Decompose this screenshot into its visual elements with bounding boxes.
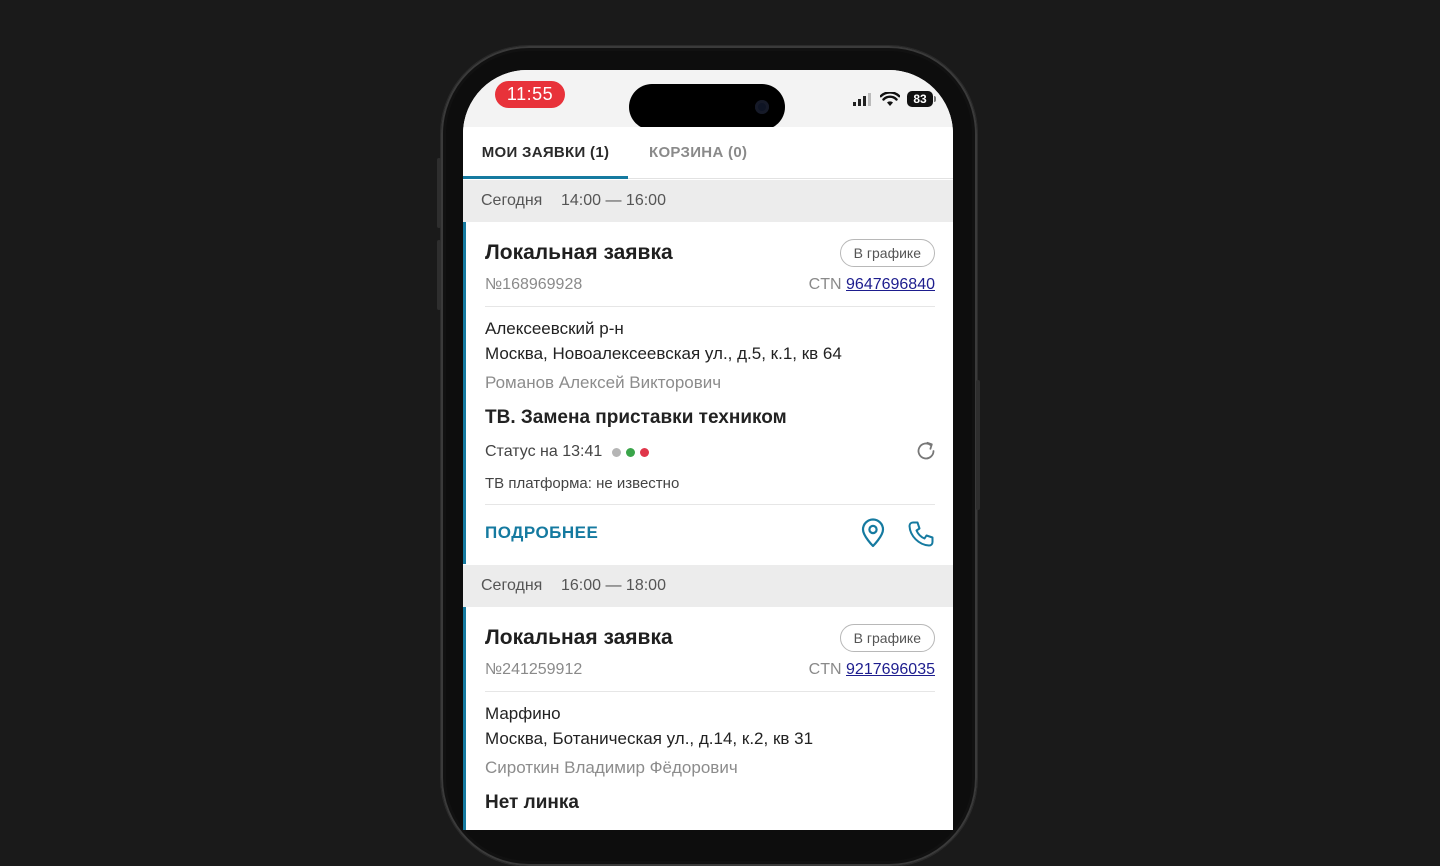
refresh-icon[interactable] (914, 439, 938, 463)
ctn-label: CTN (808, 661, 842, 678)
ctn: CTN 9647696840 (809, 276, 935, 294)
volume-down-button (437, 240, 441, 310)
request-number: №241259912 (485, 661, 583, 678)
volume-up-button (437, 158, 441, 228)
status-dot (626, 447, 636, 457)
ctn-phone-link[interactable]: 9217696035 (846, 661, 935, 678)
request-number: №168969928 (485, 276, 583, 293)
camera-icon (755, 100, 769, 114)
phone-screen: 11:55 83 МОИ ЗАЯВКИ (1) КОРЗИНА (0) Сего… (463, 70, 953, 830)
wifi-icon (880, 91, 900, 106)
address: Москва, Новоалексеевская ул., д.5, к.1, … (485, 344, 842, 363)
section-time-range: 14:00 — 16:00 (561, 192, 666, 209)
status-dot (640, 447, 650, 457)
address: Москва, Ботаническая ул., д.14, к.2, кв … (485, 729, 814, 748)
divider (485, 691, 935, 692)
dynamic-island (629, 84, 785, 130)
status-badge: В графике (839, 239, 935, 267)
divider (485, 306, 935, 307)
battery-indicator: 83 (907, 91, 936, 107)
ctn-label: CTN (808, 276, 842, 293)
status-dots (612, 447, 650, 457)
status-bar: 11:55 83 (463, 70, 953, 130)
section-header: Сегодня 14:00 — 16:00 (463, 180, 953, 222)
section-day: Сегодня (481, 192, 543, 209)
district: Алексеевский р-н (485, 319, 624, 338)
power-button (976, 380, 980, 510)
status-icons: 83 (853, 90, 936, 108)
service-name: ТВ. Замена приставки техником (485, 407, 787, 428)
ctn-phone-link[interactable]: 9647696840 (846, 276, 935, 293)
divider (485, 504, 935, 505)
request-title: Локальная заявка (485, 626, 673, 649)
client-name: Романов Алексей Викторович (485, 373, 722, 392)
status-dot (612, 447, 622, 457)
section-header: Сегодня 16:00 — 18:00 (463, 565, 953, 607)
tab-my-requests[interactable]: МОИ ЗАЯВКИ (1) (463, 127, 628, 179)
district: Марфино (485, 704, 561, 723)
status-badge: В графике (839, 624, 935, 652)
request-title: Локальная заявка (485, 241, 673, 264)
phone-call-icon[interactable] (907, 520, 935, 548)
service-name: Нет линка (485, 792, 579, 813)
tab-bar: МОИ ЗАЯВКИ (1) КОРЗИНА (0) (463, 127, 953, 179)
status-text: Статус на 13:41 (485, 443, 603, 460)
request-card[interactable]: Локальная заявка В графике №241259912 CT… (463, 607, 953, 830)
section-day: Сегодня (481, 577, 543, 594)
request-card[interactable]: Локальная заявка В графике №168969928 CT… (463, 222, 953, 564)
section-time-range: 16:00 — 18:00 (561, 577, 666, 594)
tv-platform: ТВ платформа: не известно (485, 475, 680, 492)
details-button[interactable]: ПОДРОБНЕЕ (485, 523, 598, 543)
tab-basket[interactable]: КОРЗИНА (0) (649, 127, 747, 178)
status-line: Статус на 13:41 (485, 443, 650, 461)
signal-icon (853, 93, 871, 106)
status-time: 11:55 (495, 81, 565, 108)
client-name: Сироткин Владимир Фёдорович (485, 758, 738, 777)
map-pin-icon[interactable] (860, 518, 886, 548)
ctn: CTN 9217696035 (809, 661, 935, 679)
